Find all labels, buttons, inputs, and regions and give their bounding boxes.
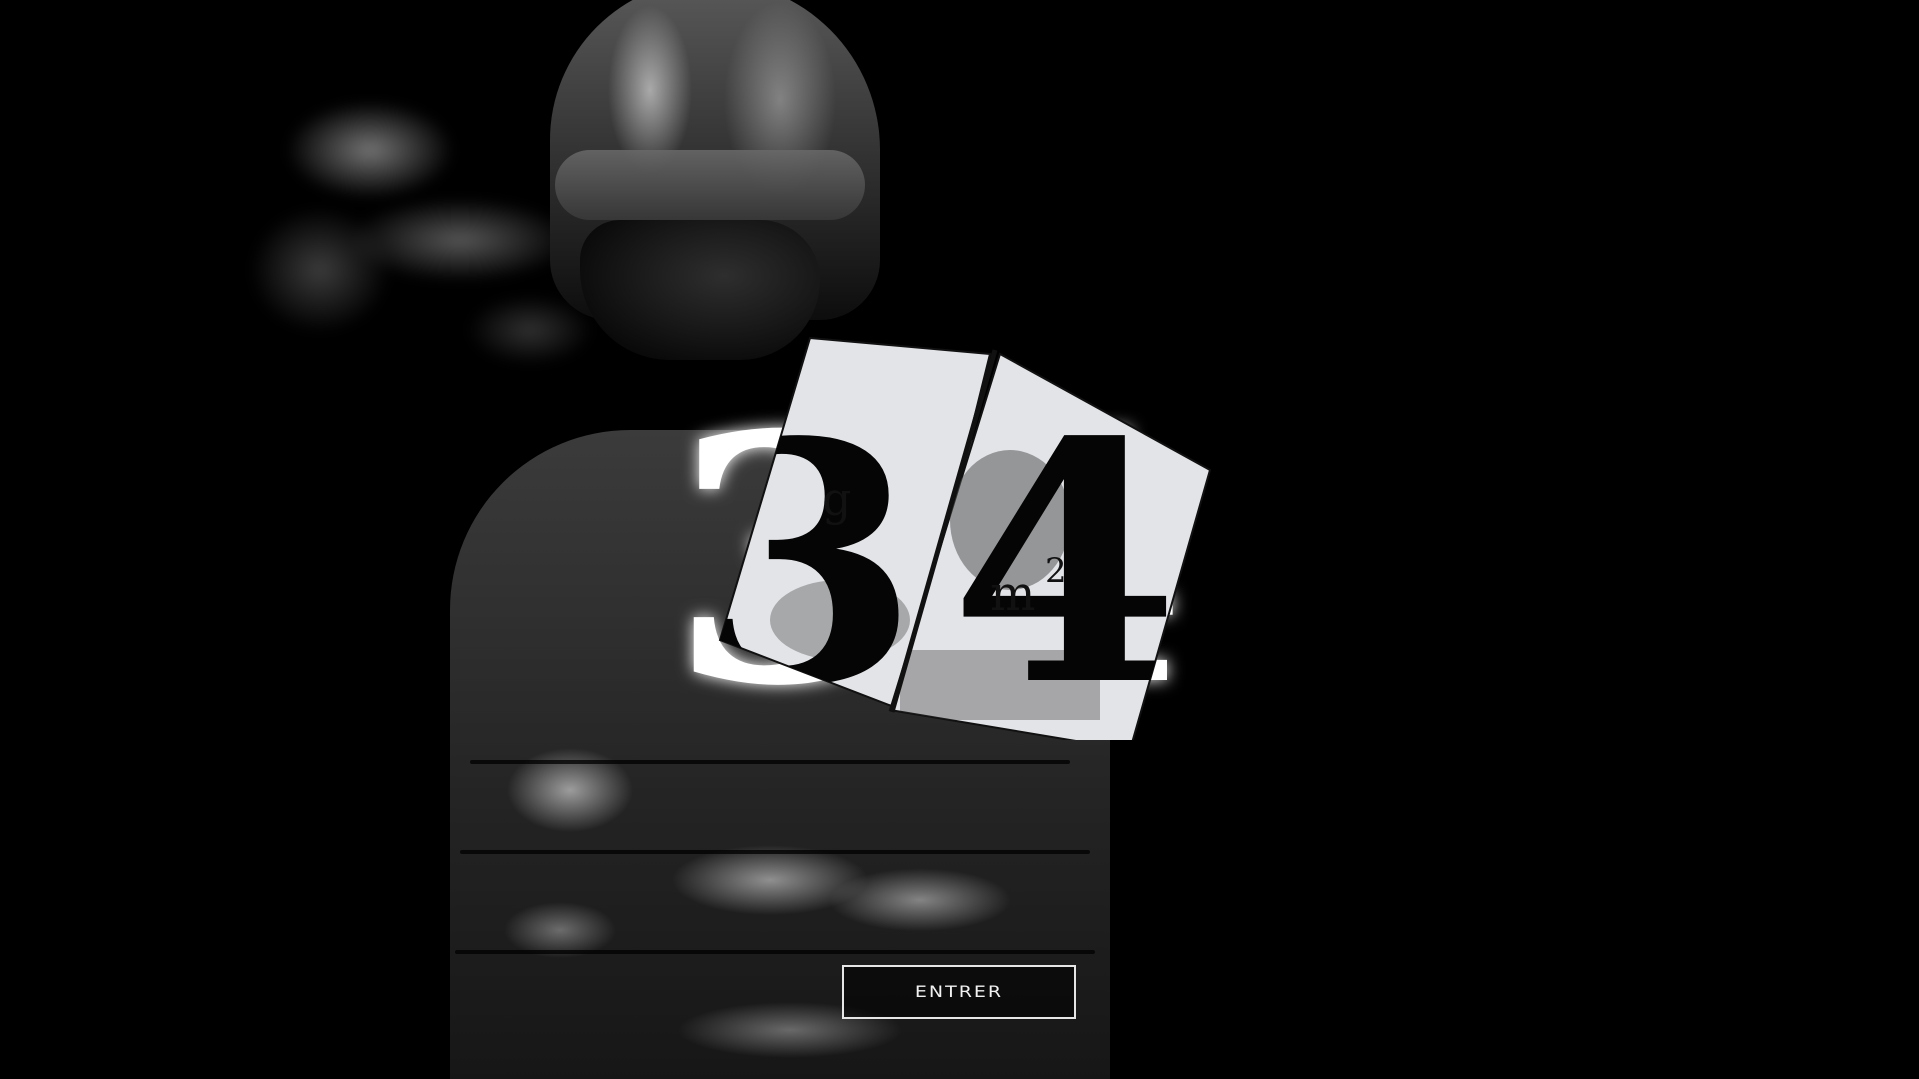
logo-glyph-2: 2: [1045, 551, 1067, 591]
enter-button[interactable]: ENTRER: [842, 965, 1076, 1019]
splash-screen: 3 4 3 4: [0, 0, 1919, 1079]
logo-glyph-m: m: [990, 566, 1036, 622]
logo-glyph-g: g: [822, 472, 851, 526]
hood-band: [555, 150, 865, 220]
jacket-seam: [455, 950, 1095, 954]
jacket-seam: [470, 760, 1070, 764]
jacket-seam: [460, 850, 1090, 854]
brand-logo: 3 4 3 4: [650, 320, 1270, 740]
enter-button-label: ENTRER: [914, 982, 1004, 1002]
